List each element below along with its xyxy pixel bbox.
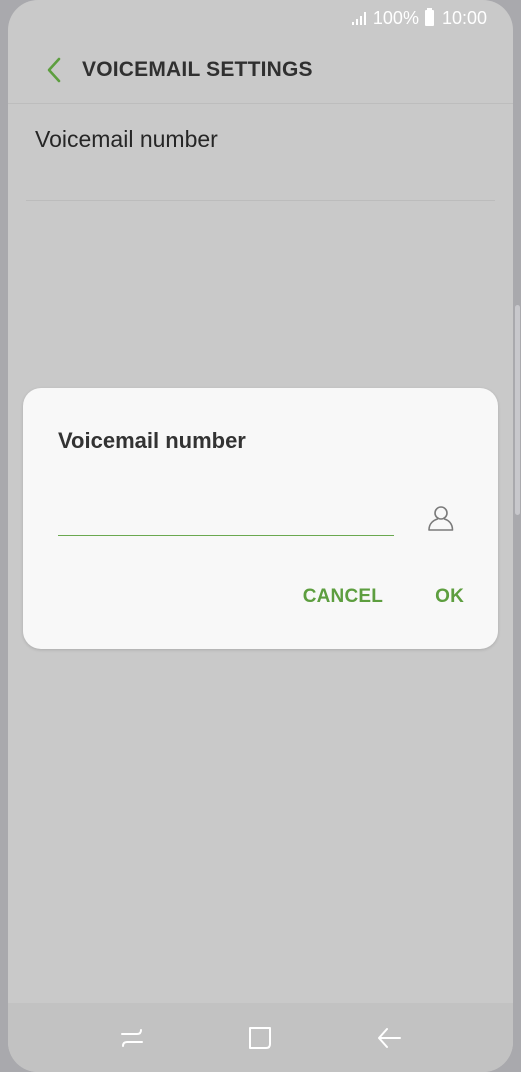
screen: 100% 10:00 VOICEMAIL SETTINGS Voicemail … bbox=[8, 0, 513, 1072]
device-frame: 100% 10:00 VOICEMAIL SETTINGS Voicemail … bbox=[0, 0, 521, 1072]
back-button[interactable] bbox=[26, 42, 82, 98]
voicemail-number-input[interactable] bbox=[58, 500, 394, 536]
cancel-button[interactable]: CANCEL bbox=[303, 586, 383, 608]
voicemail-number-dialog: Voicemail number CANCEL OK bbox=[23, 388, 498, 649]
back-nav-button[interactable] bbox=[364, 1013, 414, 1063]
list-item-label: Voicemail number bbox=[35, 126, 218, 152]
recent-apps-button[interactable] bbox=[107, 1013, 157, 1063]
signal-icon bbox=[351, 12, 366, 25]
battery-icon bbox=[424, 8, 434, 26]
contact-picker-button[interactable] bbox=[421, 498, 461, 538]
status-bar: 100% 10:00 bbox=[8, 0, 513, 36]
clock: 10:00 bbox=[441, 7, 487, 28]
dialog-actions: CANCEL OK bbox=[303, 586, 464, 608]
list-divider bbox=[26, 200, 495, 201]
home-icon bbox=[249, 1026, 272, 1049]
ok-button[interactable]: OK bbox=[435, 586, 464, 608]
recent-apps-icon bbox=[121, 1028, 144, 1047]
chevron-left-icon bbox=[47, 57, 61, 82]
person-icon bbox=[428, 506, 454, 531]
battery-percentage: 100% bbox=[372, 7, 419, 28]
page-title: VOICEMAIL SETTINGS bbox=[82, 57, 313, 81]
navigation-bar bbox=[8, 1003, 513, 1072]
list-item-voicemail-number[interactable]: Voicemail number bbox=[8, 104, 513, 200]
side-key bbox=[515, 305, 520, 515]
dialog-title: Voicemail number bbox=[58, 428, 246, 453]
home-button[interactable] bbox=[235, 1013, 285, 1063]
arrow-left-icon bbox=[377, 1027, 401, 1048]
app-header: VOICEMAIL SETTINGS bbox=[8, 36, 513, 104]
